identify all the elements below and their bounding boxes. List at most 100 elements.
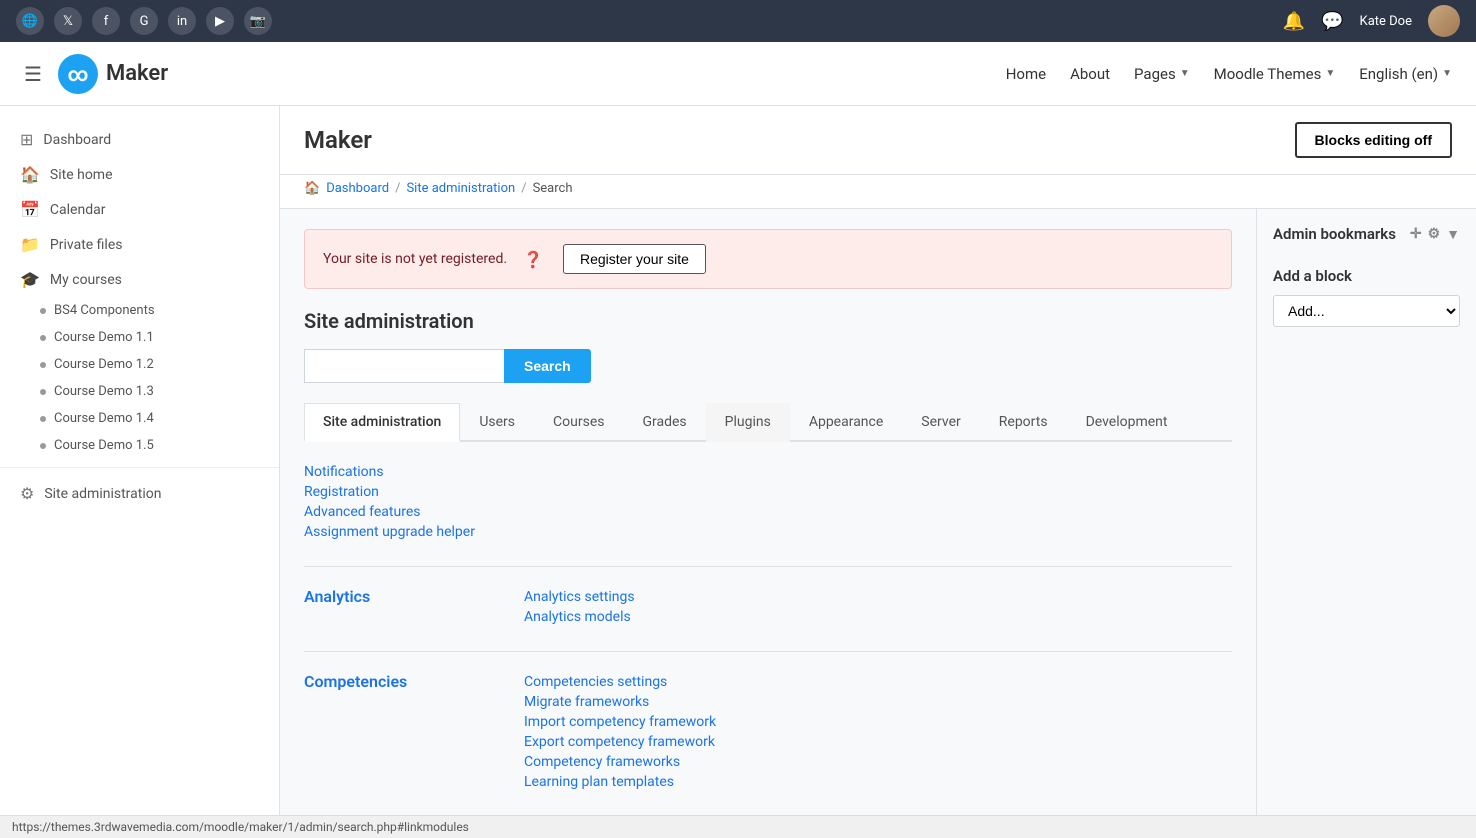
tab-development[interactable]: Development xyxy=(1067,403,1187,442)
tab-site-administration[interactable]: Site administration xyxy=(304,403,460,442)
link-migrate-frameworks[interactable]: Migrate frameworks xyxy=(524,692,1232,712)
analytics-row: Analytics Analytics settings Analytics m… xyxy=(304,587,1232,627)
breadcrumb-dashboard[interactable]: Dashboard xyxy=(326,181,389,196)
section-divider-1 xyxy=(304,566,1232,567)
reg-alert-text: Your site is not yet registered. xyxy=(323,251,507,267)
logo-infinity-icon: ∞ xyxy=(67,62,88,86)
status-url: https://themes.3rdwavemedia.com/moodle/m… xyxy=(12,820,469,834)
sidebar-item-site-home[interactable]: 🏠 Site home xyxy=(0,157,279,192)
blocks-editing-button[interactable]: Blocks editing off xyxy=(1295,122,1452,158)
admin-main: Your site is not yet registered. ❓ Regis… xyxy=(280,209,1256,836)
tab-server[interactable]: Server xyxy=(902,403,979,442)
right-panel: Admin bookmarks ✛ ⚙ ▼ Add a block Add... xyxy=(1256,209,1476,836)
notification-bell-icon[interactable]: 🔔 xyxy=(1283,11,1305,32)
social-icons: 🌐 𝕏 f G in ▶ 📷 xyxy=(16,7,272,35)
page-title: Maker xyxy=(304,126,372,154)
link-competencies-settings[interactable]: Competencies settings xyxy=(524,672,1232,692)
link-analytics-models[interactable]: Analytics models xyxy=(524,607,1232,627)
search-input[interactable] xyxy=(304,349,504,383)
logo-area[interactable]: ∞ Maker xyxy=(58,54,168,94)
link-notifications[interactable]: Notifications xyxy=(304,462,1232,482)
sidebar-sub-label-demo15: Course Demo 1.5 xyxy=(54,438,154,453)
move-icon[interactable]: ✛ xyxy=(1410,226,1422,243)
logo-text: Maker xyxy=(106,61,168,86)
hamburger-icon[interactable]: ☰ xyxy=(24,62,42,86)
tab-reports[interactable]: Reports xyxy=(980,403,1067,442)
link-learning-plan-templates[interactable]: Learning plan templates xyxy=(524,772,1232,792)
sidebar-sub-label-demo11: Course Demo 1.1 xyxy=(54,330,154,345)
admin-bookmarks-section: Admin bookmarks ✛ ⚙ ▼ xyxy=(1273,225,1460,243)
search-button[interactable]: Search xyxy=(504,349,591,383)
link-assignment-upgrade[interactable]: Assignment upgrade helper xyxy=(304,522,1232,542)
registration-alert: Your site is not yet registered. ❓ Regis… xyxy=(304,229,1232,289)
breadcrumb-sep-2: / xyxy=(521,181,526,196)
breadcrumb-site-admin[interactable]: Site administration xyxy=(406,181,515,196)
nav-links: Home About Pages ▼ Moodle Themes ▼ Engli… xyxy=(1006,65,1452,83)
analytics-section: Analytics Analytics settings Analytics m… xyxy=(304,587,1232,627)
linkedin-icon[interactable]: in xyxy=(168,7,196,35)
breadcrumb-current: Search xyxy=(533,181,573,196)
sidebar-item-calendar[interactable]: 📅 Calendar xyxy=(0,192,279,227)
sidebar-sub-demo13[interactable]: Course Demo 1.3 xyxy=(0,378,279,405)
sub-dot-icon xyxy=(40,362,46,368)
twitter-icon[interactable]: 𝕏 xyxy=(54,7,82,35)
tab-users[interactable]: Users xyxy=(460,403,534,442)
admin-bookmarks-title: Admin bookmarks ✛ ⚙ ▼ xyxy=(1273,225,1460,243)
link-import-competency[interactable]: Import competency framework xyxy=(524,712,1232,732)
nav-home[interactable]: Home xyxy=(1006,65,1046,83)
sidebar-item-private-files[interactable]: 📁 Private files xyxy=(0,227,279,262)
competencies-links: Competencies settings Migrate frameworks… xyxy=(524,672,1232,792)
sidebar-sub-demo14[interactable]: Course Demo 1.4 xyxy=(0,405,279,432)
file-icon: 📁 xyxy=(20,235,40,254)
sidebar-sub-demo15[interactable]: Course Demo 1.5 xyxy=(0,432,279,459)
sidebar-label-private-files: Private files xyxy=(50,237,123,253)
link-analytics-settings[interactable]: Analytics settings xyxy=(524,587,1232,607)
nav-pages[interactable]: Pages ▼ xyxy=(1134,65,1190,83)
reg-alert-help-icon[interactable]: ❓ xyxy=(523,250,543,269)
sidebar-label-dashboard: Dashboard xyxy=(43,132,111,148)
youtube-icon[interactable]: ▶ xyxy=(206,7,234,35)
nav-moodle-themes[interactable]: Moodle Themes ▼ xyxy=(1214,65,1336,83)
tab-courses[interactable]: Courses xyxy=(534,403,623,442)
link-competency-frameworks[interactable]: Competency frameworks xyxy=(524,752,1232,772)
admin-tabs: Site administration Users Courses Grades… xyxy=(304,403,1232,442)
social-bar-right: 🔔 💬 Kate Doe xyxy=(1283,5,1460,37)
sidebar-label-my-courses: My courses xyxy=(50,272,122,288)
sidebar-sub-demo12[interactable]: Course Demo 1.2 xyxy=(0,351,279,378)
sidebar-item-my-courses[interactable]: 🎓 My courses xyxy=(0,262,279,297)
facebook-icon[interactable]: f xyxy=(92,7,120,35)
tab-grades[interactable]: Grades xyxy=(623,403,705,442)
sidebar-sub-demo11[interactable]: Course Demo 1.1 xyxy=(0,324,279,351)
main-content: Maker Blocks editing off 🏠 Dashboard / S… xyxy=(280,106,1476,838)
sub-dot-icon xyxy=(40,308,46,314)
sidebar-sub-label-demo12: Course Demo 1.2 xyxy=(54,357,154,372)
gear-settings-icon[interactable]: ⚙ xyxy=(1428,226,1441,243)
tab-plugins[interactable]: Plugins xyxy=(706,403,790,442)
avatar[interactable] xyxy=(1428,5,1460,37)
competencies-row: Competencies Competencies settings Migra… xyxy=(304,672,1232,792)
link-registration[interactable]: Registration xyxy=(304,482,1232,502)
globe-icon[interactable]: 🌐 xyxy=(16,7,44,35)
sidebar-sub-bs4[interactable]: BS4 Components xyxy=(0,297,279,324)
link-advanced-features[interactable]: Advanced features xyxy=(304,502,1232,522)
graduation-cap-icon: 🎓 xyxy=(20,270,40,289)
sidebar-item-dashboard[interactable]: ⊞ Dashboard xyxy=(0,122,279,157)
add-block-select[interactable]: Add... xyxy=(1273,295,1460,327)
nav-language[interactable]: English (en) ▼ xyxy=(1359,65,1452,83)
site-admin-links-section: Notifications Registration Advanced feat… xyxy=(304,462,1232,542)
pages-dropdown-arrow: ▼ xyxy=(1180,68,1190,79)
instagram-icon[interactable]: 📷 xyxy=(244,7,272,35)
tab-appearance[interactable]: Appearance xyxy=(790,403,902,442)
sidebar-label-calendar: Calendar xyxy=(50,202,106,218)
sidebar: ⊞ Dashboard 🏠 Site home 📅 Calendar 📁 Pri… xyxy=(0,106,280,838)
sidebar-item-site-admin[interactable]: ⚙ Site administration xyxy=(0,476,279,511)
google-plus-icon[interactable]: G xyxy=(130,7,158,35)
analytics-links: Analytics settings Analytics models xyxy=(524,587,1232,627)
rp-icons: ✛ ⚙ ▼ xyxy=(1410,226,1460,243)
breadcrumb-sep-1: / xyxy=(395,181,400,196)
register-site-button[interactable]: Register your site xyxy=(563,244,706,274)
link-export-competency[interactable]: Export competency framework xyxy=(524,732,1232,752)
chevron-down-icon[interactable]: ▼ xyxy=(1446,226,1460,243)
message-icon[interactable]: 💬 xyxy=(1321,11,1343,32)
nav-about[interactable]: About xyxy=(1070,65,1110,83)
